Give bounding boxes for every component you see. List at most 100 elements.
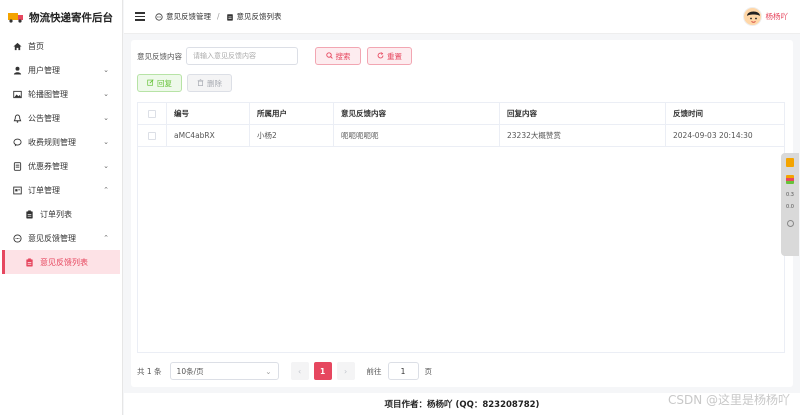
badge-icon[interactable] [786,158,794,167]
sidebar-item-order-list[interactable]: 订单列表 [0,202,122,226]
sidebar-item-users[interactable]: 用户管理 ⌄ [0,58,122,82]
app-logo: 物流快递寄件后台 [0,0,122,34]
table-cell: 小杨2 [250,125,334,146]
username: 杨杨吖 [765,12,789,21]
search-icon [325,51,333,61]
sidebar-item-feedback[interactable]: 意见反馈管理 ⌃ [0,226,122,250]
breadcrumb-item: 意见反馈列表 [236,12,282,21]
page-suffix: 页 [424,366,433,376]
sidebar-item-carousel[interactable]: 轮播图管理 ⌄ [0,82,122,106]
sidebar-item-feedback-list[interactable]: 意见反馈列表 [2,250,120,274]
row-checkbox-cell [138,125,167,146]
table-cell: 23232大概赞赏 [500,125,666,146]
sidebar-item-coupons[interactable]: 优惠券管理 ⌄ [0,154,122,178]
column-header: 所属用户 [250,103,334,124]
chevron-down-icon: ⌄ [103,90,109,98]
bell-icon [13,113,22,123]
search-input[interactable]: 请输入意见反馈内容 [186,47,298,65]
page-size-value: 10条/页 [176,366,204,376]
menu-toggle-icon[interactable] [135,10,145,23]
column-header: 回复内容 [500,103,666,124]
reply-button-label: 回复 [157,78,172,88]
goto-page-input[interactable]: 1 [387,362,419,380]
chevron-up-icon: ⌃ [103,186,109,194]
table-cell: 呃呃呃呃呃 [334,125,500,146]
message-icon [13,138,22,147]
image-icon [13,90,22,99]
metric-value: 0.3 [786,192,794,198]
sidebar-item-orders[interactable]: 订单管理 ⌃ [0,178,122,202]
user-icon [13,66,22,75]
sidebar-item-label: 意见反馈管理 [28,233,76,243]
sidebar-item-label: 优惠券管理 [28,161,68,171]
pagination: 共 1 条 10条/页 ⌄ ‹ 1 › 前往 1 页 [137,362,432,380]
select-all-checkbox-cell [138,103,167,124]
chevron-down-icon: ⌄ [265,366,272,376]
table-cell: aMC4abRX [167,125,250,146]
breadcrumb-separator: / [217,12,220,21]
action-bar: 回复 删除 [137,74,232,92]
list-icon [25,209,34,219]
table-row[interactable]: aMC4abRX 小杨2 呃呃呃呃呃 23232大概赞赏 2024-09-03 … [138,125,784,147]
row-checkbox[interactable] [148,131,156,140]
feedback-icon [155,12,163,21]
list-icon [25,257,34,267]
refresh-icon [377,51,384,61]
truck-icon [8,12,24,23]
edit-icon [147,78,154,88]
sidebar-item-label: 轮播图管理 [28,89,68,99]
delete-button[interactable]: 删除 [187,74,232,92]
search-button[interactable]: 搜索 [315,47,361,65]
watermark: CSDN @这里是杨杨吖 [667,393,790,407]
feedback-table: 编号 所属用户 意见反馈内容 回复内容 反馈时间 aMC4abRX 小杨2 呃呃… [137,102,785,353]
avatar [742,7,762,26]
sidebar-item-fee-rules[interactable]: 收费规则管理 ⌄ [0,130,122,154]
breadcrumb-item[interactable]: 意见反馈管理 [166,11,211,22]
next-page-button[interactable]: › [336,362,355,380]
sidebar-item-label: 订单列表 [40,209,72,219]
current-page-button[interactable]: 1 [313,362,332,380]
reply-button[interactable]: 回复 [137,74,182,92]
sidebar-item-label: 用户管理 [28,65,60,75]
column-header: 意见反馈内容 [334,103,500,124]
sidebar-item-announcements[interactable]: 公告管理 ⌄ [0,106,122,130]
sidebar-item-label: 收费规则管理 [28,137,76,147]
table-cell: 2024-09-03 20:14:30 [673,131,753,140]
home-icon [13,42,22,51]
content-card: 意见反馈内容 请输入意见反馈内容 搜索 重置 回复 删除 编号 所属用户 意见反… [131,40,793,387]
sidebar-item-label: 意见反馈列表 [40,257,88,267]
chevron-up-icon: ⌃ [103,234,109,242]
top-bar: 意见反馈管理 / 意见反馈列表 杨杨吖 [124,0,800,34]
feedback-icon [13,233,22,243]
search-button-label: 搜索 [335,51,351,61]
trash-icon [197,78,204,88]
user-menu[interactable]: 杨杨吖 [742,7,789,26]
sidebar-item-label: 公告管理 [28,113,60,123]
floating-toolbar[interactable]: 0.3 0.0 [781,153,799,256]
ticket-icon [13,161,22,171]
column-header: 编号 [167,103,250,124]
sidebar-item-label: 首页 [28,41,44,51]
prev-page-button[interactable]: ‹ [290,362,309,380]
order-icon [13,186,22,195]
sidebar-item-label: 订单管理 [28,185,60,195]
metric-value: 0.0 [786,204,794,210]
delete-button-label: 删除 [207,78,222,88]
search-label: 意见反馈内容 [137,51,182,61]
select-all-checkbox[interactable] [148,109,156,118]
table-header: 编号 所属用户 意见反馈内容 回复内容 反馈时间 [138,103,784,125]
settings-icon[interactable] [786,220,794,227]
search-form: 意见反馈内容 请输入意见反馈内容 搜索 重置 [137,47,412,65]
list-icon [226,13,234,21]
battery-icon[interactable] [786,175,794,184]
breadcrumb: 意见反馈管理 / 意见反馈列表 [155,11,282,22]
total-count: 共 1 条 [137,366,162,376]
reset-button[interactable]: 重置 [367,47,412,65]
chevron-down-icon: ⌄ [103,138,109,146]
sidebar: 物流快递寄件后台 首页 用户管理 ⌄ 轮播图管理 ⌄ 公告管理 ⌄ 收费规则管理… [0,0,123,415]
reset-button-label: 重置 [387,51,402,61]
sidebar-item-home[interactable]: 首页 [0,34,122,58]
page-size-select[interactable]: 10条/页 ⌄ [169,362,279,380]
chevron-down-icon: ⌄ [103,162,109,170]
chevron-down-icon: ⌄ [103,114,109,122]
